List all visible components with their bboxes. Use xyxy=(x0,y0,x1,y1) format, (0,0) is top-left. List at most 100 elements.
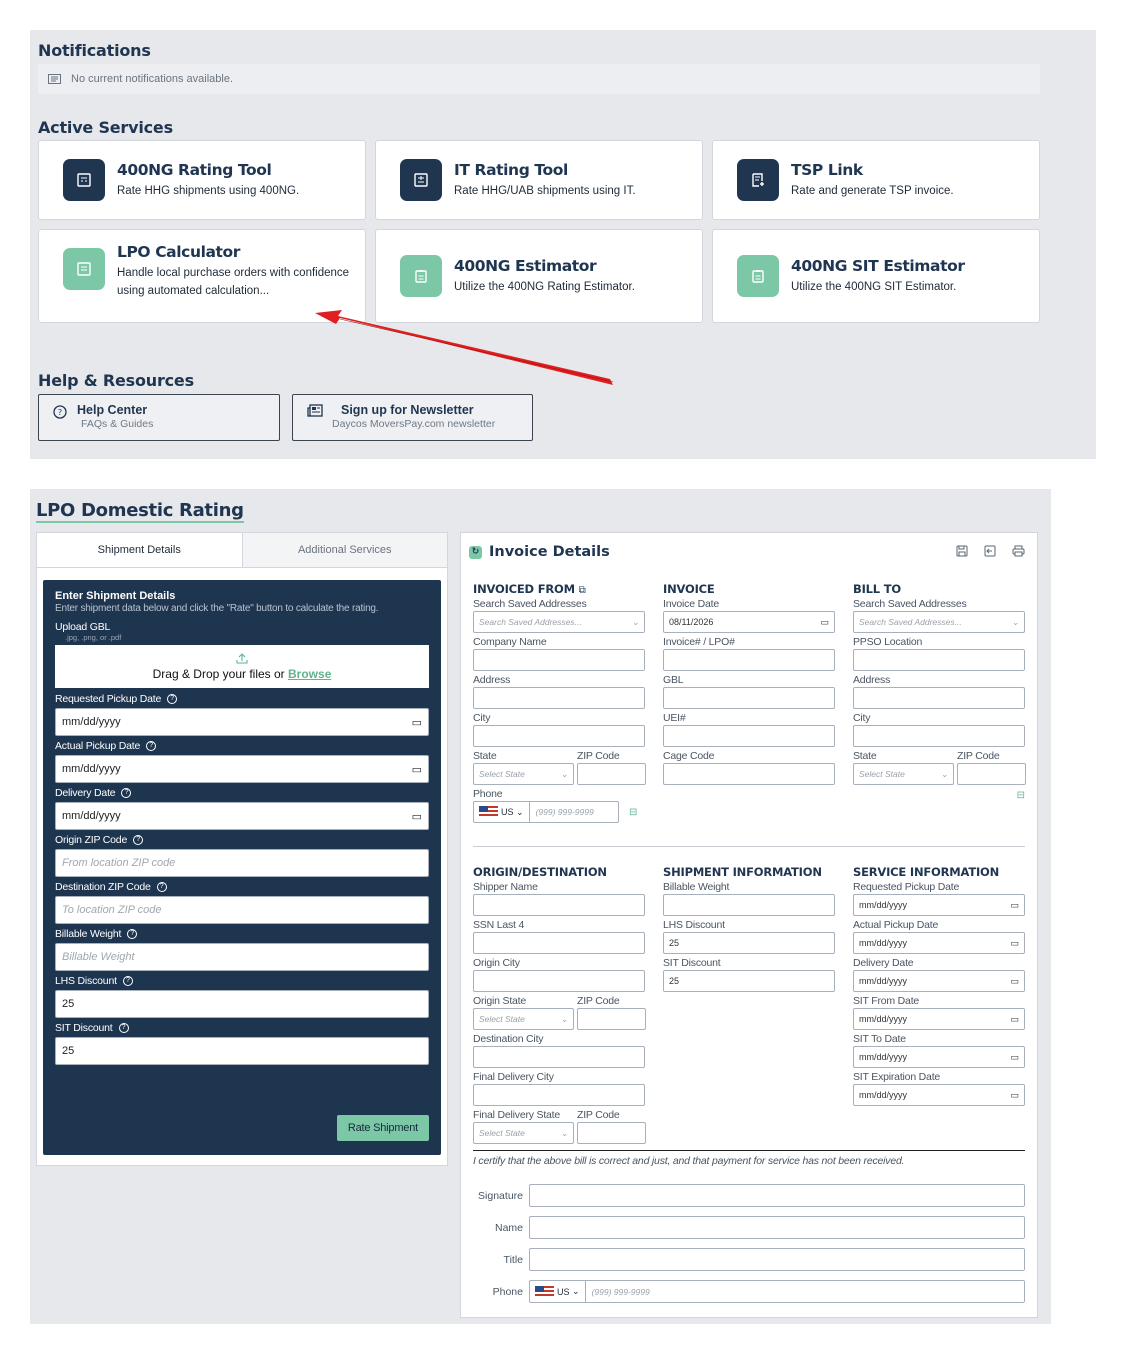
final-city-input[interactable] xyxy=(473,1084,645,1106)
country-select[interactable]: US ⌄ xyxy=(530,1281,586,1302)
uei-input[interactable] xyxy=(663,725,835,747)
invoice-column: INVOICE Invoice Date 08/11/2026 ▭ Invoice… xyxy=(663,582,835,787)
calendar-icon[interactable]: ▭ xyxy=(1010,1052,1019,1063)
phone-input[interactable]: US ⌄ (999) 999-9999 xyxy=(529,1280,1025,1303)
calendar-icon[interactable]: ▭ xyxy=(412,763,422,776)
origin-city-input[interactable] xyxy=(473,970,645,992)
newsletter-button[interactable]: Sign up for Newsletter Daycos MoversPay.c… xyxy=(292,394,533,441)
company-label: Company Name xyxy=(473,636,547,648)
help-center-button[interactable]: ? Help Center FAQs & Guides xyxy=(38,394,280,441)
country-select[interactable]: US ⌄ xyxy=(474,802,530,822)
calendar-icon[interactable]: ▭ xyxy=(1010,938,1019,949)
copy-icon[interactable]: ⧉ xyxy=(579,585,586,596)
actual-pickup-input[interactable]: mm/dd/yyyy ▭ xyxy=(55,755,429,783)
title-input[interactable] xyxy=(529,1248,1025,1271)
help-icon[interactable]: ? xyxy=(156,882,167,892)
city-input[interactable] xyxy=(853,725,1025,747)
help-icon[interactable]: ? xyxy=(118,1023,129,1033)
dest-zip-input[interactable]: To location ZIP code xyxy=(55,896,429,924)
saved-address-select[interactable]: Search Saved Addresses... ⌄ xyxy=(473,611,645,633)
file-dropzone[interactable]: Drag & Drop your files or Browse xyxy=(55,645,429,688)
weight-input[interactable] xyxy=(663,894,835,916)
calendar-icon[interactable]: ▭ xyxy=(1010,1014,1019,1025)
help-icon[interactable]: ? xyxy=(121,788,132,798)
signature-input[interactable] xyxy=(529,1184,1025,1207)
calendar-icon[interactable]: ▭ xyxy=(1010,976,1019,987)
zip-input[interactable] xyxy=(577,763,646,785)
final-zip-input[interactable] xyxy=(577,1122,646,1144)
lhs-label: LHS Discount xyxy=(663,919,725,931)
import-icon[interactable] xyxy=(984,545,996,557)
origin-zip-input[interactable]: From location ZIP code xyxy=(55,849,429,877)
print-icon[interactable] xyxy=(1012,545,1025,557)
ppso-input[interactable] xyxy=(853,649,1025,671)
save-address-icon[interactable]: ⊟ xyxy=(629,807,637,818)
dest-city-label: Destination City xyxy=(473,1033,544,1045)
name-input[interactable] xyxy=(529,1216,1025,1239)
newsletter-label: Sign up for Newsletter xyxy=(341,403,474,417)
lhs-input[interactable]: 25 xyxy=(663,932,835,954)
sit-to-input[interactable]: mm/dd/yyyy ▭ xyxy=(853,1046,1025,1068)
tab-additional-services[interactable]: Additional Services xyxy=(241,533,447,567)
address-input[interactable] xyxy=(473,687,645,709)
invoice-date-input[interactable]: 08/11/2026 ▭ xyxy=(663,611,835,633)
shipper-input[interactable] xyxy=(473,894,645,916)
origin-state-label: Origin State xyxy=(473,995,527,1007)
save-icon[interactable] xyxy=(956,545,968,557)
sit-from-input[interactable]: mm/dd/yyyy ▭ xyxy=(853,1008,1025,1030)
weight-input[interactable]: Billable Weight xyxy=(55,943,429,971)
requested-pickup-input[interactable]: mm/dd/yyyy ▭ xyxy=(55,708,429,736)
browse-link[interactable]: Browse xyxy=(288,667,331,681)
help-title: Help & Resources xyxy=(38,371,194,390)
delivery-date-label: Delivery Date xyxy=(55,787,116,799)
us-flag-icon xyxy=(479,806,498,818)
calendar-icon[interactable]: ▭ xyxy=(1010,900,1019,911)
save-address-icon[interactable]: ⊟ xyxy=(853,790,1025,801)
gbl-input[interactable] xyxy=(663,687,835,709)
company-input[interactable] xyxy=(473,649,645,671)
calendar-icon[interactable]: ▭ xyxy=(1010,1090,1019,1101)
shipment-form: Enter Shipment Details Enter shipment da… xyxy=(43,580,441,1155)
form-subheading: Enter shipment data below and click the … xyxy=(55,603,379,614)
signature-label: Signature xyxy=(478,1189,523,1202)
refresh-icon[interactable]: ↻ xyxy=(469,545,482,559)
origin-state-select[interactable]: Select State ⌄ xyxy=(473,1008,574,1030)
help-icon[interactable]: ? xyxy=(122,976,133,986)
help-icon[interactable]: ? xyxy=(146,741,157,751)
zip-input[interactable] xyxy=(957,763,1026,785)
help-center-sub: FAQs & Guides xyxy=(81,418,154,430)
origin-zip-input[interactable] xyxy=(577,1008,646,1030)
rate-shipment-button[interactable]: Rate Shipment xyxy=(336,1115,429,1141)
calendar-icon[interactable]: ▭ xyxy=(412,810,422,823)
sit-input[interactable]: 25 xyxy=(55,1037,429,1065)
address-input[interactable] xyxy=(853,687,1025,709)
help-icon[interactable]: ? xyxy=(167,694,178,704)
lhs-input[interactable]: 25 xyxy=(55,990,429,1018)
req-pickup-input[interactable]: mm/dd/yyyy ▭ xyxy=(853,894,1025,916)
ssn-input[interactable] xyxy=(473,932,645,954)
title-row: Title xyxy=(473,1248,1025,1271)
state-select[interactable]: Select State ⌄ xyxy=(473,763,574,785)
saved-address-select[interactable]: Search Saved Addresses... ⌄ xyxy=(853,611,1025,633)
state-select[interactable]: Select State ⌄ xyxy=(853,763,954,785)
weight-label: Billable Weight xyxy=(663,881,730,893)
calendar-icon[interactable]: ▭ xyxy=(412,716,422,729)
dest-city-input[interactable] xyxy=(473,1046,645,1068)
delivery-input[interactable]: mm/dd/yyyy ▭ xyxy=(853,970,1025,992)
phone-input[interactable]: US ⌄ (999) 999-9999 xyxy=(473,801,619,823)
help-icon[interactable]: ? xyxy=(133,835,144,845)
sit-exp-input[interactable]: mm/dd/yyyy ▭ xyxy=(853,1084,1025,1106)
sit-input[interactable]: 25 xyxy=(663,970,835,992)
help-icon[interactable]: ? xyxy=(127,929,138,939)
delivery-date-input[interactable]: mm/dd/yyyy ▭ xyxy=(55,802,429,830)
city-input[interactable] xyxy=(473,725,645,747)
invoice-no-input[interactable] xyxy=(663,649,835,671)
calendar-icon[interactable]: ▭ xyxy=(820,617,829,628)
final-state-select[interactable]: Select State ⌄ xyxy=(473,1122,574,1144)
sit-exp-label: SIT Expiration Date xyxy=(853,1071,941,1083)
tab-shipment-details[interactable]: Shipment Details xyxy=(37,533,242,567)
cage-input[interactable] xyxy=(663,763,835,785)
act-pickup-input[interactable]: mm/dd/yyyy ▭ xyxy=(853,932,1025,954)
zip-label: ZIP Code xyxy=(577,995,620,1007)
origin-city-label: Origin City xyxy=(473,957,520,969)
